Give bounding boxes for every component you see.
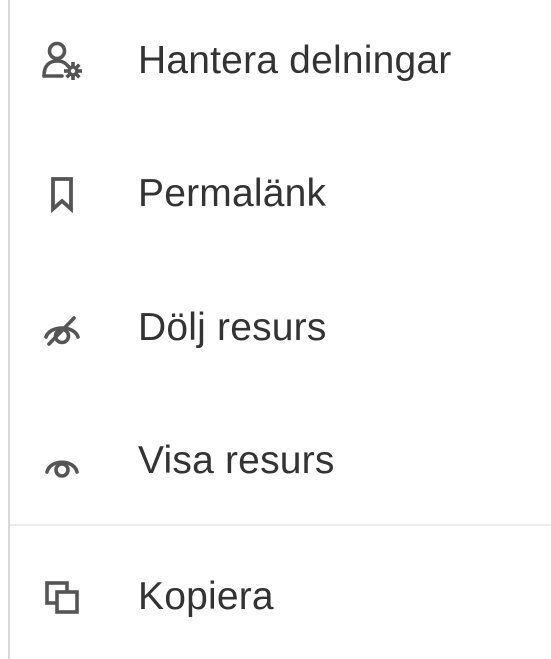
copy-icon <box>40 575 84 619</box>
menu-item-label: Permalänk <box>138 172 327 215</box>
menu-item-manage-shares[interactable]: Hantera delningar <box>10 6 551 116</box>
menu-divider <box>10 524 551 526</box>
menu-item-label: Hantera delningar <box>138 39 452 82</box>
menu-item-hide-resource[interactable]: Dölj resurs <box>10 273 551 383</box>
context-menu: Hantera delningar Permalänk Dölj resurs … <box>8 0 551 659</box>
eye-off-icon <box>40 306 84 350</box>
user-settings-icon <box>40 39 84 83</box>
menu-item-label: Dölj resurs <box>138 306 327 349</box>
eye-icon <box>40 439 84 483</box>
bookmark-icon <box>40 172 84 216</box>
menu-item-label: Kopiera <box>138 575 274 618</box>
menu-item-copy[interactable]: Kopiera <box>10 542 551 652</box>
menu-item-permalink[interactable]: Permalänk <box>10 139 551 249</box>
menu-item-show-resource[interactable]: Visa resurs <box>10 406 551 516</box>
menu-item-label: Visa resurs <box>138 439 335 482</box>
